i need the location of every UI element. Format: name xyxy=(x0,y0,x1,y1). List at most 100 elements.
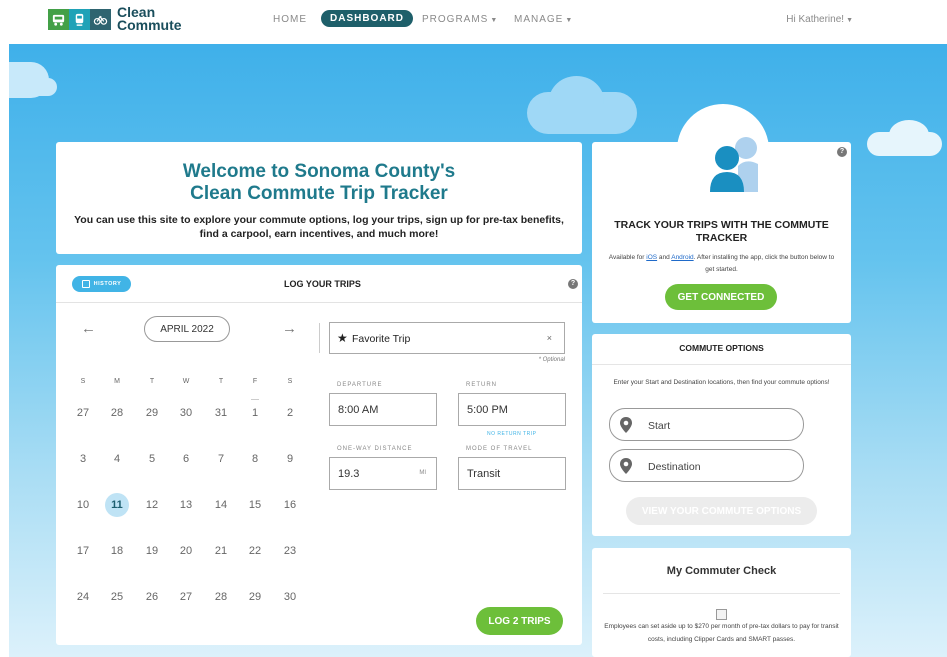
calendar-day[interactable]: 30 xyxy=(278,585,302,609)
weekday-label: S xyxy=(287,378,293,385)
calendar-day[interactable]: 8 xyxy=(243,447,267,471)
calendar-day[interactable]: 12 xyxy=(140,493,164,517)
mode-of-travel-select[interactable]: Transit xyxy=(458,457,566,490)
departure-input[interactable]: 8:00 AM xyxy=(329,393,437,426)
calendar-day[interactable]: 16 xyxy=(278,493,302,517)
help-icon[interactable]: ? xyxy=(837,147,847,157)
track-title-line-2: TRACKER xyxy=(695,232,748,244)
weekday-label: M xyxy=(114,378,120,385)
calendar-day[interactable]: 21 xyxy=(209,539,233,563)
top-nav: Clean Commute HOME DASHBOARD PROGRAMS ▼ M… xyxy=(0,0,947,44)
calendar-day[interactable]: 7 xyxy=(209,447,233,471)
calendar-day[interactable]: 26 xyxy=(140,585,164,609)
return-input[interactable]: 5:00 PM xyxy=(458,393,566,426)
user-menu[interactable]: Hi Katherine! ▼ xyxy=(786,14,853,25)
nav-home[interactable]: HOME xyxy=(273,14,307,25)
cloud-decoration xyxy=(9,78,57,96)
nav-manage[interactable]: MANAGE ▼ xyxy=(514,14,573,25)
welcome-title-line-1: Welcome to Sonoma County's xyxy=(182,161,456,182)
calendar-day[interactable]: 14 xyxy=(209,493,233,517)
nav-dashboard[interactable]: DASHBOARD xyxy=(321,10,413,27)
history-label: HISTORY xyxy=(93,281,122,287)
calendar-day[interactable]: 3 xyxy=(71,447,95,471)
calendar-day[interactable]: 4 xyxy=(105,447,129,471)
weekday-label: S xyxy=(80,378,86,385)
calendar-day[interactable]: 15 xyxy=(243,493,267,517)
distance-label: ONE-WAY DISTANCE xyxy=(337,446,413,452)
start-input[interactable]: Start xyxy=(609,408,804,441)
calendar-day[interactable]: 13 xyxy=(174,493,198,517)
help-icon[interactable]: ? xyxy=(568,279,578,289)
calendar-day[interactable]: 19 xyxy=(140,539,164,563)
month-label: APRIL 2022 xyxy=(160,323,214,335)
calendar-day[interactable]: 17 xyxy=(71,539,95,563)
no-return-trip-link[interactable]: NO RETURN TRIP xyxy=(487,431,536,437)
calendar-day[interactable]: 9 xyxy=(278,447,302,471)
calendar-day[interactable]: 27 xyxy=(71,401,95,425)
optional-note: * Optional xyxy=(538,357,565,363)
prev-month-arrow-icon[interactable]: ← xyxy=(81,320,96,337)
welcome-card: Welcome to Sonoma County's Clean Commute… xyxy=(56,142,582,254)
get-connected-button[interactable]: GET CONNECTED xyxy=(665,284,777,310)
nav-dashboard-label: DASHBOARD xyxy=(330,13,404,24)
calendar-day[interactable]: 23 xyxy=(278,539,302,563)
calendar-day[interactable]: 18 xyxy=(105,539,129,563)
bike-icon xyxy=(90,8,111,30)
calendar-day[interactable]: 24 xyxy=(71,585,95,609)
calendar-day[interactable]: 25 xyxy=(105,585,129,609)
favorite-trip-select[interactable]: ★ Favorite Trip × xyxy=(329,322,565,354)
android-link[interactable]: Android xyxy=(671,254,693,261)
calendar-day[interactable]: 22 xyxy=(243,539,267,563)
favorite-trip-label: Favorite Trip xyxy=(352,333,411,345)
bus-icon xyxy=(48,8,69,30)
nav-home-label: HOME xyxy=(273,14,307,25)
calendar-day[interactable]: 10 xyxy=(71,493,95,517)
calendar-day[interactable]: 2 xyxy=(278,401,302,425)
welcome-description: You can use this site to explore your co… xyxy=(74,214,564,240)
view-commute-options-button[interactable]: VIEW YOUR COMMUTE OPTIONS xyxy=(626,497,817,525)
log-trips-header: HISTORY LOG YOUR TRIPS ? xyxy=(56,265,582,303)
clean-commute-logo[interactable]: Clean Commute xyxy=(48,5,182,32)
log-trips-button[interactable]: LOG 2 TRIPS xyxy=(476,607,563,635)
track-trips-card: ? TRACK YOUR TRIPS WITH THE COMMUTE TRAC… xyxy=(592,137,851,323)
mode-value: Transit xyxy=(467,468,501,480)
calendar-day[interactable]: 5 xyxy=(140,447,164,471)
commute-options-card: COMMUTE OPTIONS Enter your Start and Des… xyxy=(592,334,851,536)
track-text-available: Available for xyxy=(608,254,645,261)
history-button[interactable]: HISTORY xyxy=(72,276,131,292)
log-trips-button-label: LOG 2 TRIPS xyxy=(488,615,551,627)
calendar-day[interactable]: 27 xyxy=(174,585,198,609)
cloud-decoration xyxy=(889,120,929,150)
calendar-day[interactable]: 1 xyxy=(243,401,267,425)
chevron-down-icon: ▼ xyxy=(490,17,499,24)
train-icon xyxy=(69,8,90,30)
clear-icon[interactable]: × xyxy=(547,333,552,343)
user-greeting: Hi Katherine! xyxy=(786,14,845,25)
calendar-day[interactable]: 28 xyxy=(105,401,129,425)
next-month-arrow-icon[interactable]: → xyxy=(282,320,297,337)
track-text-rest: . After installing the app, click the bu… xyxy=(693,254,835,273)
calendar-day[interactable]: 29 xyxy=(243,585,267,609)
people-icon xyxy=(710,137,758,192)
distance-input[interactable]: 19.3 MI xyxy=(329,457,437,490)
track-title: TRACK YOUR TRIPS WITH THE COMMUTE TRACKE… xyxy=(592,219,851,245)
view-commute-options-label: VIEW YOUR COMMUTE OPTIONS xyxy=(641,505,802,517)
calendar-day[interactable]: 20 xyxy=(174,539,198,563)
star-icon: ★ xyxy=(337,331,348,345)
commute-options-description: Enter your Start and Destination locatio… xyxy=(613,379,830,386)
destination-input[interactable]: Destination xyxy=(609,449,804,482)
nav-programs[interactable]: PROGRAMS ▼ xyxy=(422,14,498,25)
calendar-day[interactable]: 30 xyxy=(174,401,198,425)
calendar-day[interactable]: 29 xyxy=(140,401,164,425)
month-selector[interactable]: APRIL 2022 xyxy=(144,316,230,342)
ios-link[interactable]: iOS xyxy=(646,254,657,261)
calendar-day[interactable]: 6 xyxy=(174,447,198,471)
logo-wordmark: Clean Commute xyxy=(117,5,182,32)
welcome-title: Welcome to Sonoma County's Clean Commute… xyxy=(56,161,582,205)
welcome-title-line-2: Clean Commute Trip Tracker xyxy=(190,183,448,204)
distance-value: 19.3 xyxy=(338,468,360,480)
calendar-day[interactable]: 28 xyxy=(209,585,233,609)
calendar-day[interactable]: 11 xyxy=(105,493,129,517)
calendar-day[interactable]: 31 xyxy=(209,401,233,425)
vertical-divider xyxy=(319,323,320,353)
